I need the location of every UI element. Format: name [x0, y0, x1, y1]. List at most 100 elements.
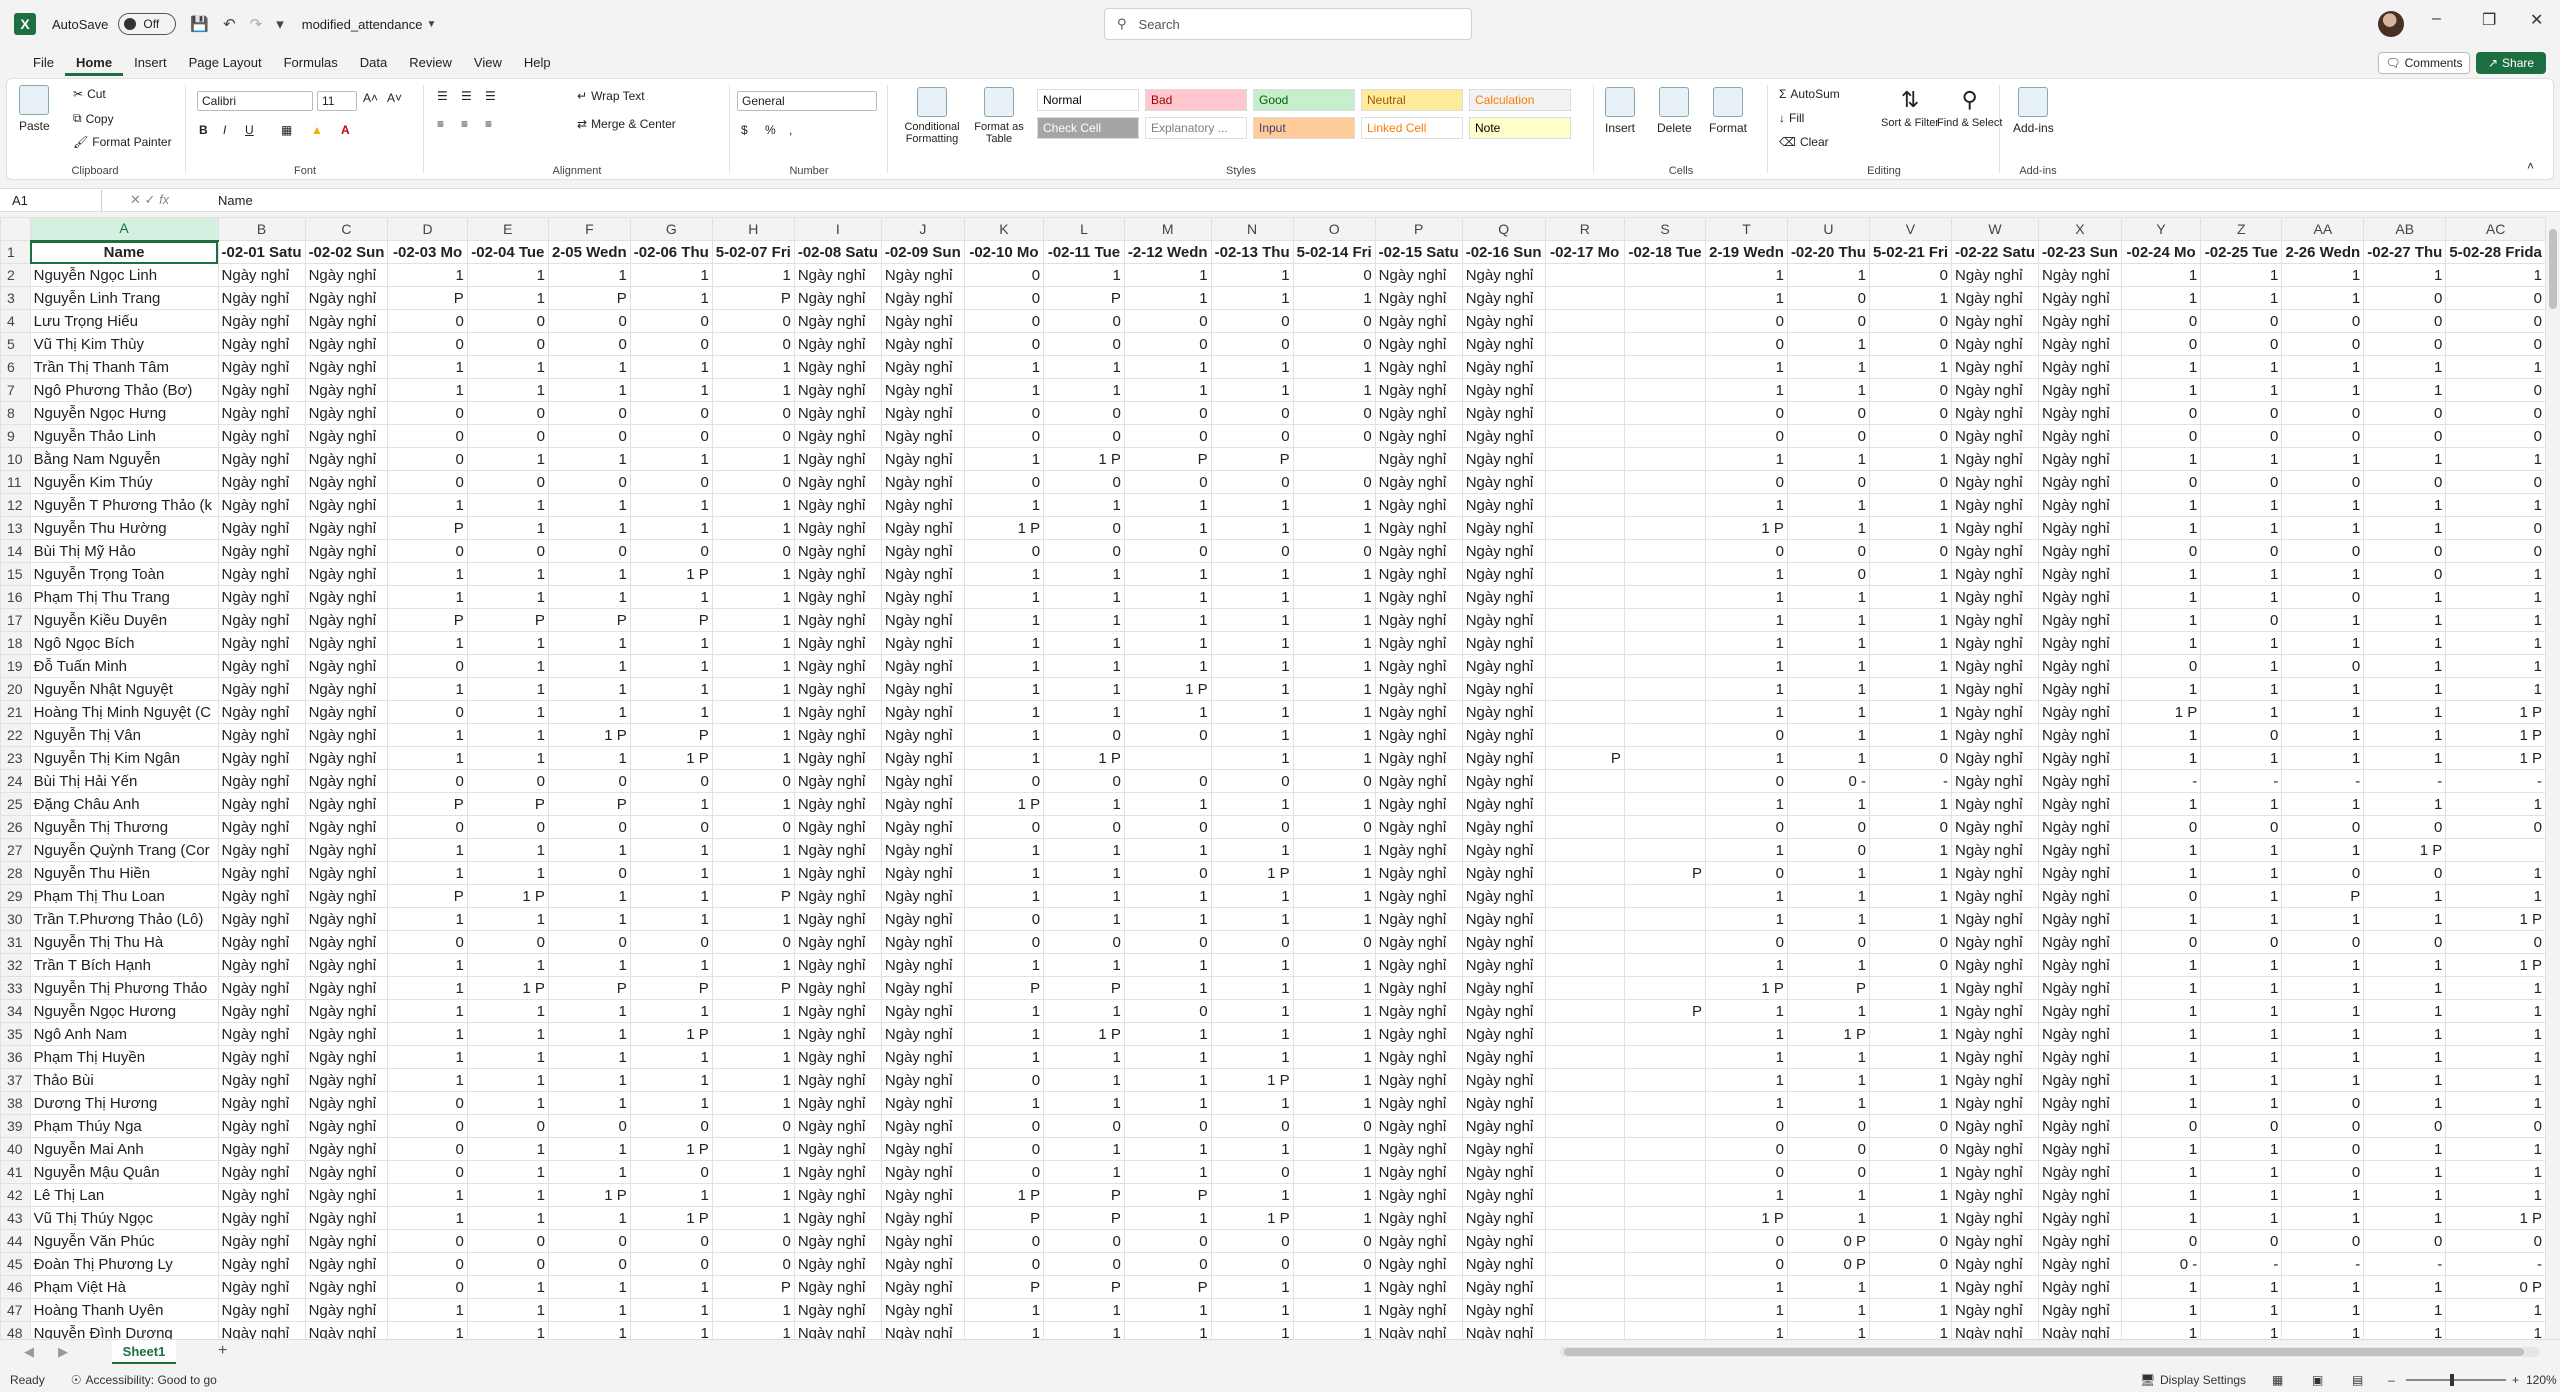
attendance-cell[interactable]: 0 [1786, 1114, 1870, 1138]
employee-name-cell[interactable]: Nguyễn Kim Thúy [29, 470, 219, 494]
attendance-cell[interactable]: 0 [387, 700, 468, 724]
day-off-cell[interactable]: Ngày nghỉ [217, 1068, 306, 1092]
employee-name-cell[interactable]: Phạm Thị Thu Trang [29, 585, 219, 609]
employee-name-cell[interactable]: Nguyễn Ngọc Hương [29, 999, 219, 1023]
day-off-cell[interactable]: Ngày nghỉ [217, 677, 306, 701]
attendance-cell[interactable]: P [963, 1275, 1045, 1299]
attendance-cell[interactable]: 0 [387, 332, 468, 356]
day-off-cell[interactable]: Ngày nghỉ [2038, 447, 2122, 471]
attendance-cell[interactable]: 1 [2363, 447, 2447, 471]
close-icon[interactable]: ✕ [2530, 10, 2543, 30]
attendance-cell[interactable]: 1 [2200, 746, 2283, 770]
attendance-cell[interactable] [1623, 815, 1707, 839]
day-off-cell[interactable]: Ngày nghỉ [880, 355, 965, 379]
attendance-cell[interactable]: 0 [1786, 1137, 1870, 1161]
day-off-cell[interactable]: Ngày nghỉ [1374, 930, 1463, 954]
day-off-cell[interactable]: Ngày nghỉ [304, 1045, 389, 1069]
attendance-cell[interactable]: 0 [387, 470, 468, 494]
attendance-cell[interactable]: 0 [547, 769, 631, 793]
attendance-cell[interactable]: 1 [2445, 1068, 2546, 1092]
attendance-cell[interactable]: 1 [1705, 355, 1788, 379]
row-header[interactable]: 20 [0, 677, 31, 701]
column-header[interactable]: W [1950, 217, 2040, 241]
attendance-cell[interactable]: 1 [387, 861, 468, 885]
attendance-cell[interactable] [1544, 516, 1625, 540]
day-off-cell[interactable]: Ngày nghỉ [1374, 677, 1463, 701]
attendance-cell[interactable] [1544, 815, 1625, 839]
attendance-cell[interactable]: 0 [1868, 263, 1953, 287]
row-header[interactable]: 4 [0, 309, 31, 333]
attendance-cell[interactable]: 0 [387, 1275, 468, 1299]
column-header[interactable]: K [963, 217, 1045, 241]
row-header[interactable]: 35 [0, 1022, 31, 1046]
day-off-cell[interactable]: Ngày nghỉ [1950, 953, 2040, 977]
attendance-cell[interactable]: P [387, 286, 468, 310]
align-center-icon[interactable]: ≡ [461, 117, 468, 131]
attendance-cell[interactable]: P [711, 286, 795, 310]
day-off-cell[interactable]: Ngày nghỉ [2038, 608, 2122, 632]
attendance-cell[interactable]: 1 [1705, 907, 1788, 931]
attendance-cell[interactable]: 1 [711, 1137, 795, 1161]
attendance-cell[interactable]: 1 [2120, 1045, 2202, 1069]
attendance-cell[interactable]: 1 [547, 1045, 631, 1069]
day-off-cell[interactable]: Ngày nghỉ [217, 999, 306, 1023]
attendance-cell[interactable]: 1 [2120, 516, 2202, 540]
attendance-cell[interactable]: 1 P [1705, 976, 1788, 1000]
day-off-cell[interactable]: Ngày nghỉ [304, 907, 389, 931]
attendance-cell[interactable]: 1 [963, 861, 1045, 885]
attendance-cell[interactable]: 1 [2363, 884, 2447, 908]
attendance-cell[interactable] [2445, 838, 2546, 862]
attendance-cell[interactable]: 1 [1868, 792, 1953, 816]
attendance-cell[interactable]: 0 [2200, 401, 2283, 425]
attendance-cell[interactable]: 1 [547, 378, 631, 402]
comments-button[interactable]: 🗨 Comments [2378, 52, 2470, 74]
attendance-cell[interactable]: 0 [2445, 309, 2546, 333]
attendance-cell[interactable]: 1 P [963, 516, 1045, 540]
attendance-cell[interactable]: 1 [2281, 1321, 2365, 1339]
attendance-cell[interactable]: 1 [711, 1022, 795, 1046]
attendance-cell[interactable]: 1 [963, 700, 1045, 724]
attendance-cell[interactable]: 0 [1786, 424, 1870, 448]
attendance-cell[interactable]: 1 [2281, 1068, 2365, 1092]
employee-name-cell[interactable]: Nguyễn Ngọc Linh [29, 263, 219, 287]
spreadsheet-grid[interactable]: A B C D E F G H I J K L M N O P Q R S T U V W X Y Z AA AB AC 1 Name -02… [0, 217, 2546, 1339]
column-header[interactable]: I [793, 217, 882, 241]
cell-style-linked-cell[interactable]: Linked Cell [1361, 117, 1463, 139]
attendance-cell[interactable]: 1 [2445, 447, 2546, 471]
attendance-cell[interactable]: 0 [2281, 539, 2365, 563]
cell-style-bad[interactable]: Bad [1145, 89, 1247, 111]
attendance-cell[interactable]: 0 [2363, 286, 2447, 310]
column-header[interactable]: Q [1461, 217, 1546, 241]
attendance-cell[interactable]: 0 [1043, 424, 1125, 448]
column-header[interactable]: L [1043, 217, 1125, 241]
clear-button[interactable]: ⌫ Clear [1779, 135, 1829, 149]
day-off-cell[interactable]: Ngày nghỉ [880, 700, 965, 724]
attendance-cell[interactable]: 1 [1705, 608, 1788, 632]
attendance-cell[interactable]: 1 [1786, 1045, 1870, 1069]
attendance-cell[interactable]: 1 [1123, 493, 1212, 517]
attendance-cell[interactable]: 1 [2281, 1183, 2365, 1207]
day-off-cell[interactable]: Ngày nghỉ [217, 631, 306, 655]
attendance-cell[interactable] [1623, 1183, 1707, 1207]
attendance-cell[interactable]: 0 [1292, 309, 1376, 333]
attendance-cell[interactable]: P [629, 976, 713, 1000]
day-off-cell[interactable]: Ngày nghỉ [1950, 930, 2040, 954]
attendance-cell[interactable]: 1 [1123, 1137, 1212, 1161]
attendance-cell[interactable]: 1 [387, 585, 468, 609]
attendance-cell[interactable]: 1 [2120, 1068, 2202, 1092]
attendance-cell[interactable]: 1 [1043, 654, 1125, 678]
conditional-formatting-button[interactable]: Conditional Formatting [897, 87, 967, 145]
day-off-cell[interactable]: Ngày nghỉ [304, 447, 389, 471]
day-off-cell[interactable]: Ngày nghỉ [1461, 539, 1546, 563]
attendance-cell[interactable]: 1 [1705, 1183, 1788, 1207]
day-off-cell[interactable]: Ngày nghỉ [793, 861, 882, 885]
attendance-cell[interactable] [1623, 838, 1707, 862]
attendance-cell[interactable]: 1 [2363, 1022, 2447, 1046]
attendance-cell[interactable] [1544, 884, 1625, 908]
day-off-cell[interactable]: Ngày nghỉ [1461, 608, 1546, 632]
column-header[interactable]: P [1374, 217, 1463, 241]
day-off-cell[interactable]: Ngày nghỉ [1461, 1160, 1546, 1184]
attendance-cell[interactable]: 1 [2120, 746, 2202, 770]
attendance-cell[interactable]: 1 [466, 447, 549, 471]
attendance-cell[interactable]: 1 [2200, 1068, 2283, 1092]
